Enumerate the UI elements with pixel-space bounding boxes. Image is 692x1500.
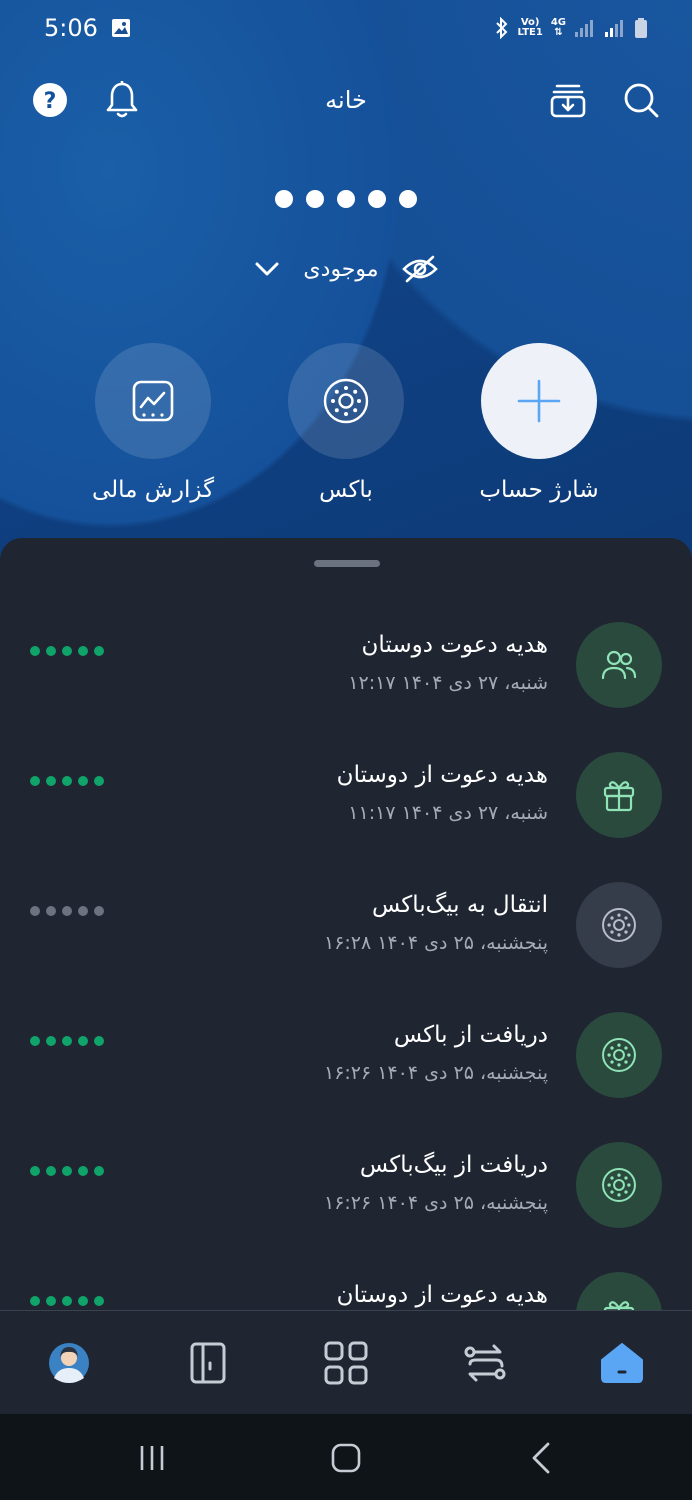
header-area: 5:06 Vo) LTE1 4G ⇅ ? خانه موجودی شارژ حس… bbox=[0, 0, 692, 600]
box-button[interactable]: باکس bbox=[246, 343, 446, 503]
home-system-button[interactable] bbox=[321, 1436, 371, 1480]
transaction-title: هدیه دعوت از دوستان bbox=[336, 762, 548, 788]
back-chevron-icon bbox=[532, 1442, 550, 1474]
report-circle[interactable] bbox=[95, 343, 211, 459]
transaction-title: هدیه دعوت از دوستان bbox=[336, 1282, 548, 1308]
transaction-row[interactable]: هدیه دعوت دوستان شنبه، ۲۷ دی ۱۴۰۴ ۱۲:۱۷ bbox=[0, 610, 692, 740]
transaction-row[interactable]: انتقال به بیگ‌باکس پنجشنبه، ۲۵ دی ۱۴۰۴ ۱… bbox=[0, 870, 692, 1000]
gift-icon bbox=[603, 781, 635, 812]
status-bar: 5:06 Vo) LTE1 4G ⇅ bbox=[0, 0, 692, 56]
nav-profile[interactable] bbox=[39, 1333, 99, 1393]
masked-balance bbox=[0, 190, 692, 208]
system-nav-bar bbox=[0, 1414, 692, 1500]
financial-report-label: گزارش مالی bbox=[91, 477, 215, 503]
chart-icon bbox=[132, 380, 174, 422]
wallet-icon bbox=[190, 1342, 226, 1384]
transaction-date: شنبه، ۲۷ دی ۱۴۰۴ ۱۲:۱۷ bbox=[348, 672, 548, 694]
transaction-date: پنجشنبه، ۲۵ دی ۱۴۰۴ ۱۶:۲۶ bbox=[323, 1062, 548, 1084]
download-box-icon bbox=[550, 84, 586, 118]
users-icon bbox=[601, 650, 637, 680]
signal-icon bbox=[575, 20, 593, 37]
balance-label: موجودی bbox=[303, 256, 379, 282]
nav-transfer[interactable] bbox=[455, 1333, 515, 1393]
box-icon bbox=[602, 1168, 636, 1202]
download-button[interactable] bbox=[544, 76, 592, 124]
recents-button[interactable] bbox=[127, 1436, 177, 1480]
box-icon bbox=[602, 1038, 636, 1072]
home-square-icon bbox=[331, 1443, 361, 1473]
transaction-date: شنبه، ۲۷ دی ۱۴۰۴ ۱۱:۱۷ bbox=[348, 802, 548, 824]
network-type: 4G ⇅ bbox=[550, 17, 566, 38]
balance-row[interactable]: موجودی bbox=[0, 254, 692, 284]
avatar-icon bbox=[49, 1343, 89, 1383]
bottom-nav bbox=[0, 1310, 692, 1414]
nav-wallet[interactable] bbox=[178, 1333, 238, 1393]
transaction-amount-masked bbox=[30, 906, 104, 916]
transaction-date: پنجشنبه، ۲۵ دی ۱۴۰۴ ۱۶:۲۸ bbox=[323, 932, 548, 954]
eye-off-icon[interactable] bbox=[401, 254, 439, 284]
chevron-down-icon[interactable] bbox=[253, 259, 281, 279]
search-button[interactable] bbox=[617, 76, 665, 124]
transaction-row[interactable]: دریافت از بیگ‌باکس پنجشنبه، ۲۵ دی ۱۴۰۴ ۱… bbox=[0, 1130, 692, 1260]
nav-services[interactable] bbox=[316, 1333, 376, 1393]
transaction-icon-wrap bbox=[576, 1012, 662, 1098]
transaction-icon-wrap bbox=[576, 1142, 662, 1228]
transaction-amount-masked bbox=[30, 646, 104, 656]
transaction-amount-masked bbox=[30, 776, 104, 786]
charge-circle[interactable] bbox=[481, 343, 597, 459]
box-icon bbox=[323, 378, 369, 424]
transaction-icon-wrap bbox=[576, 622, 662, 708]
volte-indicator: Vo) LTE1 bbox=[517, 17, 543, 38]
transfer-icon bbox=[464, 1344, 506, 1382]
transaction-title: هدیه دعوت دوستان bbox=[361, 632, 548, 658]
transaction-icon-wrap bbox=[576, 1272, 662, 1314]
transaction-title: انتقال به بیگ‌باکس bbox=[371, 892, 548, 918]
home-icon bbox=[601, 1343, 643, 1383]
transaction-amount-masked bbox=[30, 1036, 104, 1046]
box-icon bbox=[602, 908, 636, 942]
sheet-handle[interactable] bbox=[314, 560, 380, 567]
charge-account-label: شارژ حساب bbox=[479, 477, 599, 503]
apps-grid-icon bbox=[324, 1341, 368, 1385]
status-time: 5:06 bbox=[44, 14, 98, 42]
financial-report-button[interactable]: گزارش مالی bbox=[53, 343, 253, 503]
bluetooth-icon bbox=[495, 17, 507, 39]
transaction-row[interactable]: هدیه دعوت از دوستان bbox=[0, 1260, 692, 1314]
box-label: باکس bbox=[319, 477, 373, 503]
transactions-sheet[interactable]: هدیه دعوت دوستان شنبه، ۲۷ دی ۱۴۰۴ ۱۲:۱۷ … bbox=[0, 538, 692, 1314]
battery-icon bbox=[635, 18, 647, 38]
transaction-row[interactable]: هدیه دعوت از دوستان شنبه، ۲۷ دی ۱۴۰۴ ۱۱:… bbox=[0, 740, 692, 870]
status-icons: Vo) LTE1 4G ⇅ bbox=[494, 17, 649, 39]
transaction-row[interactable]: دریافت از باکس پنجشنبه، ۲۵ دی ۱۴۰۴ ۱۶:۲۶ bbox=[0, 1000, 692, 1130]
transaction-title: دریافت از باکس bbox=[393, 1022, 548, 1048]
plus-icon bbox=[517, 379, 561, 423]
charge-account-button[interactable]: شارژ حساب bbox=[439, 343, 639, 503]
search-icon bbox=[624, 83, 659, 118]
transaction-icon-wrap bbox=[576, 752, 662, 838]
transaction-amount-masked bbox=[30, 1296, 104, 1306]
transaction-date: پنجشنبه، ۲۵ دی ۱۴۰۴ ۱۶:۲۶ bbox=[323, 1192, 548, 1214]
status-time-group: 5:06 bbox=[44, 14, 132, 42]
nav-home[interactable] bbox=[592, 1333, 652, 1393]
recents-icon bbox=[140, 1446, 164, 1470]
transaction-amount-masked bbox=[30, 1166, 104, 1176]
quick-actions: شارژ حساب باکس گزارش مالی bbox=[0, 343, 692, 513]
app-bar: ? خانه bbox=[0, 68, 692, 136]
transaction-icon-wrap bbox=[576, 882, 662, 968]
signal-icon-2 bbox=[605, 20, 623, 37]
transaction-title: دریافت از بیگ‌باکس bbox=[359, 1152, 548, 1178]
box-circle[interactable] bbox=[288, 343, 404, 459]
gallery-icon bbox=[111, 19, 130, 37]
back-button[interactable] bbox=[516, 1436, 566, 1480]
